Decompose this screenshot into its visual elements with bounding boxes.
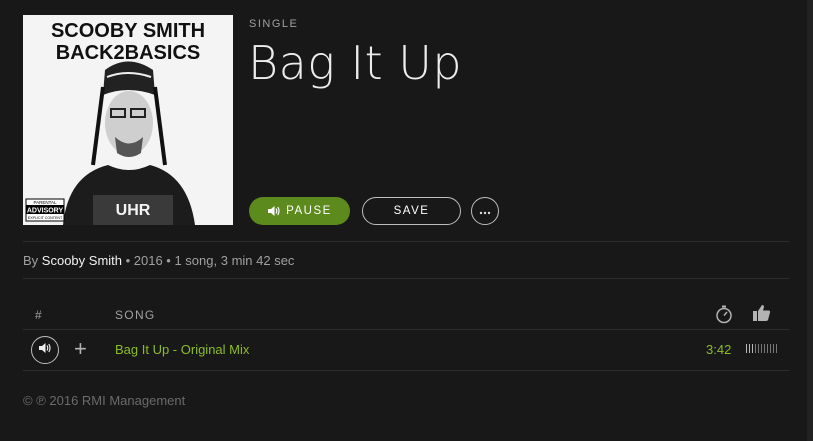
column-header-number[interactable]: # <box>35 308 43 322</box>
popularity-tick <box>752 344 753 353</box>
thumbs-up-icon[interactable] <box>752 304 771 327</box>
popularity-tick <box>758 344 759 353</box>
popularity-tick <box>746 344 747 353</box>
popularity-tick <box>776 344 777 353</box>
cover-text-line1: SCOOBY SMITH <box>51 20 205 42</box>
advisory-line2: ADVISORY <box>27 208 64 215</box>
meta-by: By <box>23 253 42 268</box>
svg-text:UHR: UHR <box>116 202 151 219</box>
popularity-tick <box>767 344 768 353</box>
scrollbar[interactable] <box>807 0 813 441</box>
pause-button-label: PAUSE <box>286 205 332 217</box>
advisory-line1: PARENTAL <box>33 200 57 205</box>
divider <box>23 278 789 279</box>
cover-text-line2: BACK2BASICS <box>56 42 200 64</box>
pause-button[interactable]: PAUSE <box>249 197 350 225</box>
track-title[interactable]: Bag It Up - Original Mix <box>115 342 249 357</box>
copyright: © ℗ 2016 RMI Management <box>23 393 186 408</box>
popularity-tick <box>749 344 750 353</box>
album-title: Bag It Up <box>248 36 463 90</box>
divider <box>23 370 789 371</box>
add-track-button[interactable]: + <box>74 337 87 361</box>
save-button[interactable]: SAVE <box>362 197 461 225</box>
stopwatch-icon[interactable] <box>715 304 733 329</box>
album-meta: By Scooby Smith • 2016 • 1 song, 3 min 4… <box>23 253 294 268</box>
popularity-tick <box>761 344 762 353</box>
popularity-tick <box>770 344 771 353</box>
track-duration: 3:42 <box>706 342 732 357</box>
track-play-button[interactable] <box>31 336 59 364</box>
popularity-tick <box>764 344 765 353</box>
divider <box>23 241 789 242</box>
popularity-bar <box>746 344 777 353</box>
ellipsis-icon <box>479 202 491 220</box>
popularity-tick <box>773 344 774 353</box>
divider <box>23 329 789 330</box>
album-cover: SCOOBY SMITH BACK2BASICS UHR PARENTAL AD… <box>23 15 233 225</box>
speaker-icon <box>38 341 52 359</box>
save-button-label: SAVE <box>393 205 430 217</box>
artist-link[interactable]: Scooby Smith <box>42 253 122 268</box>
speaker-icon <box>267 205 281 217</box>
meta-details: • 2016 • 1 song, 3 min 42 sec <box>122 253 295 268</box>
column-header-song[interactable]: SONG <box>115 308 156 322</box>
album-type-label: SINGLE <box>249 18 299 30</box>
popularity-tick <box>755 344 756 353</box>
advisory-line3: EXPLICIT CONTENT <box>28 216 63 220</box>
more-options-button[interactable] <box>471 197 499 225</box>
